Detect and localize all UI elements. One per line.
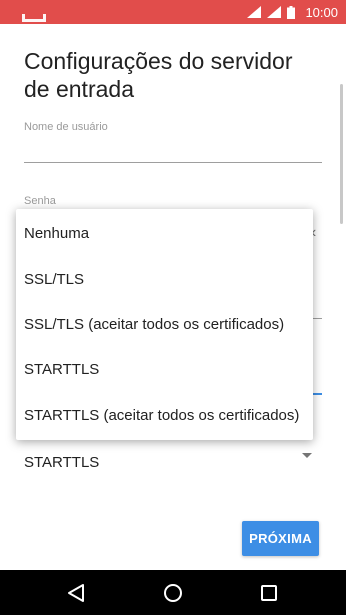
navigation-bar xyxy=(0,570,346,615)
username-label: Nome de usuário xyxy=(24,121,108,133)
battery-icon xyxy=(287,5,296,19)
security-dropdown-menu: Nenhuma SSL/TLS SSL/TLS (aceitar todos o… xyxy=(16,209,313,440)
dropdown-option-ssl-tls-all-certs[interactable]: SSL/TLS (aceitar todos os certificados) xyxy=(16,302,313,347)
security-select-value[interactable]: STARTTLS xyxy=(24,454,99,471)
dropdown-option-starttls[interactable]: STARTTLS xyxy=(16,347,313,392)
dropdown-option-ssl-tls[interactable]: SSL/TLS xyxy=(16,256,313,301)
password-label: Senha xyxy=(24,195,56,207)
username-field[interactable] xyxy=(24,136,322,162)
home-icon[interactable] xyxy=(162,582,184,604)
recents-icon[interactable] xyxy=(258,582,280,604)
status-icons: 10:00 xyxy=(247,0,338,24)
dropdown-option-nenhuma[interactable]: Nenhuma xyxy=(16,211,313,256)
scrollbar[interactable] xyxy=(340,84,343,224)
status-bar: 10:00 xyxy=(0,0,346,24)
next-button[interactable]: PRÓXIMA xyxy=(242,521,319,556)
back-icon[interactable] xyxy=(65,582,87,604)
signal-icon xyxy=(267,6,282,18)
dropdown-arrow-icon[interactable] xyxy=(302,453,312,458)
app-icon xyxy=(22,14,46,22)
status-time: 10:00 xyxy=(305,4,338,20)
dropdown-option-starttls-all-certs[interactable]: STARTTLS (aceitar todos os certificados) xyxy=(16,393,313,438)
wifi-icon xyxy=(247,6,262,18)
username-underline xyxy=(24,162,322,163)
page-title: Configurações do servidor de entrada xyxy=(24,48,293,102)
